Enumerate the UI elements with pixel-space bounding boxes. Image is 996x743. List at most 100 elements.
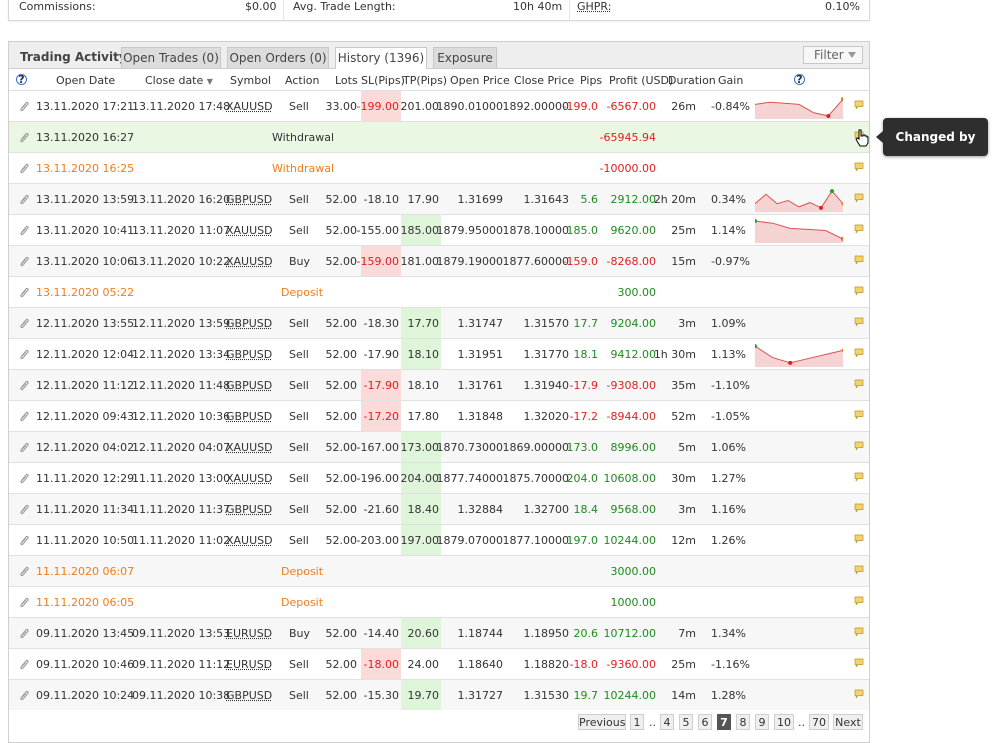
paperclip-icon[interactable] (18, 410, 30, 422)
trade-row[interactable]: 11.11.2020 12:29 11.11.2020 13:00 XAUUSD Se… (9, 462, 869, 493)
withdrawal-row[interactable]: 13.11.2020 16:27 Withdrawal -65945.94 (9, 121, 869, 152)
withdrawal-row[interactable]: 13.11.2020 16:25 Withdrawal -10000.00 (9, 152, 869, 183)
symbol-link[interactable]: EURUSD (226, 658, 272, 671)
symbol-link[interactable]: EURUSD (226, 627, 272, 640)
next-button[interactable]: Next (833, 714, 863, 730)
paperclip-icon[interactable] (18, 100, 30, 112)
paperclip-icon[interactable] (18, 689, 30, 701)
deposit-row[interactable]: 11.11.2020 06:05 Deposit 1000.00 (9, 586, 869, 617)
paperclip-icon[interactable] (18, 317, 30, 329)
trade-row[interactable]: 09.11.2020 10:24 09.11.2020 10:38 GBPUSD Se… (9, 679, 869, 710)
symbol-link[interactable]: XAUUSD (226, 100, 273, 113)
trade-row[interactable]: 13.11.2020 10:41 13.11.2020 11:07 XAUUSD Se… (9, 214, 869, 245)
paperclip-icon[interactable] (18, 627, 30, 639)
comment-icon[interactable] (854, 565, 864, 575)
symbol-link[interactable]: GBPUSD (226, 503, 272, 516)
col-duration[interactable]: Duration (668, 74, 716, 87)
col-close-date[interactable]: Close date ▼ (145, 74, 213, 87)
page-link[interactable]: 9 (755, 714, 769, 730)
page-link[interactable]: 1 (630, 714, 644, 730)
tab-open-orders[interactable]: Open Orders (0) (227, 47, 329, 68)
trade-row[interactable]: 13.11.2020 10:06 13.11.2020 10:22 XAUUSD Bu… (9, 245, 869, 276)
paperclip-icon[interactable] (18, 441, 30, 453)
col-gain[interactable]: Gain (718, 74, 743, 87)
symbol-link[interactable]: GBPUSD (226, 317, 272, 330)
trade-row[interactable]: 13.11.2020 17:21 13.11.2020 17:48 XAUUSD Se… (9, 90, 869, 121)
paperclip-icon[interactable] (18, 162, 30, 174)
page-link[interactable]: 10 (774, 714, 794, 730)
symbol-link[interactable]: XAUUSD (226, 534, 273, 547)
paperclip-icon[interactable] (18, 596, 30, 608)
paperclip-icon[interactable] (18, 534, 30, 546)
comment-icon[interactable] (854, 162, 864, 172)
paperclip-icon[interactable] (18, 224, 30, 236)
page-link[interactable]: 6 (698, 714, 712, 730)
comment-icon[interactable] (854, 255, 864, 265)
comment-icon[interactable] (854, 193, 864, 203)
col-sl[interactable]: SL(Pips) (361, 74, 405, 87)
trade-row[interactable]: 13.11.2020 13:59 13.11.2020 16:20 GBPUSD Se… (9, 183, 869, 214)
trade-row[interactable]: 11.11.2020 10:50 11.11.2020 11:02 XAUUSD Se… (9, 524, 869, 555)
comment-icon[interactable] (854, 596, 864, 606)
paperclip-icon[interactable] (18, 255, 30, 267)
symbol-link[interactable]: XAUUSD (226, 472, 273, 485)
comment-icon[interactable] (854, 658, 864, 668)
symbol-link[interactable]: XAUUSD (226, 224, 273, 237)
tab-open-trades[interactable]: Open Trades (0) (121, 47, 221, 68)
col-profit[interactable]: Profit (USD) (609, 74, 673, 87)
help-icon[interactable]: ? (16, 74, 27, 85)
page-link[interactable]: 70 (809, 714, 829, 730)
filter-button[interactable]: Filter (803, 46, 863, 64)
comment-icon[interactable] (854, 348, 864, 358)
comment-icon[interactable] (854, 534, 864, 544)
symbol-link[interactable]: GBPUSD (226, 689, 272, 702)
page-link[interactable]: 4 (660, 714, 674, 730)
help-icon[interactable]: ? (794, 74, 805, 85)
symbol-link[interactable]: GBPUSD (226, 193, 272, 206)
symbol-link[interactable]: XAUUSD (226, 441, 273, 454)
col-symbol[interactable]: Symbol (230, 74, 271, 87)
symbol-link[interactable]: GBPUSD (226, 379, 272, 392)
comment-icon[interactable] (854, 627, 864, 637)
paperclip-icon[interactable] (18, 131, 30, 143)
col-action[interactable]: Action (285, 74, 319, 87)
trade-row[interactable]: 09.11.2020 10:46 09.11.2020 11:12 EURUSD Se… (9, 648, 869, 679)
symbol-link[interactable]: XAUUSD (226, 255, 273, 268)
symbol-link[interactable]: GBPUSD (226, 410, 272, 423)
comment-icon[interactable] (854, 441, 864, 451)
comment-icon[interactable] (854, 410, 864, 420)
col-close-price[interactable]: Close Price (514, 74, 574, 87)
trade-row[interactable]: 12.11.2020 04:02 12.11.2020 04:07 XAUUSD Se… (9, 431, 869, 462)
col-open-price[interactable]: Open Price (450, 74, 510, 87)
comment-icon[interactable] (854, 224, 864, 234)
comment-icon[interactable] (854, 286, 864, 296)
paperclip-icon[interactable] (18, 503, 30, 515)
comment-icon[interactable] (854, 379, 864, 389)
paperclip-icon[interactable] (18, 379, 30, 391)
deposit-row[interactable]: 11.11.2020 06:07 Deposit 3000.00 (9, 555, 869, 586)
paperclip-icon[interactable] (18, 193, 30, 205)
page-link-current[interactable]: 7 (717, 714, 731, 730)
trade-row[interactable]: 12.11.2020 12:04 12.11.2020 13:34 GBPUSD Se… (9, 338, 869, 369)
paperclip-icon[interactable] (18, 286, 30, 298)
paperclip-icon[interactable] (18, 658, 30, 670)
paperclip-icon[interactable] (18, 565, 30, 577)
trade-row[interactable]: 12.11.2020 11:12 12.11.2020 11:48 GBPUSD Se… (9, 369, 869, 400)
deposit-row[interactable]: 13.11.2020 05:22 Deposit 300.00 (9, 276, 869, 307)
trade-row[interactable]: 11.11.2020 11:34 11.11.2020 11:37 GBPUSD Se… (9, 493, 869, 524)
trade-row[interactable]: 12.11.2020 09:43 12.11.2020 10:36 GBPUSD Se… (9, 400, 869, 431)
previous-button[interactable]: Previous (578, 714, 626, 730)
col-tp[interactable]: TP(Pips) (403, 74, 447, 87)
page-link[interactable]: 5 (679, 714, 693, 730)
tab-exposure[interactable]: Exposure (433, 47, 497, 68)
paperclip-icon[interactable] (18, 472, 30, 484)
comment-icon[interactable] (854, 503, 864, 513)
symbol-link[interactable]: GBPUSD (226, 348, 272, 361)
comment-icon[interactable] (854, 317, 864, 327)
trade-row[interactable]: 12.11.2020 13:55 12.11.2020 13:59 GBPUSD Se… (9, 307, 869, 338)
col-lots[interactable]: Lots (335, 74, 358, 87)
trade-row[interactable]: 09.11.2020 13:45 09.11.2020 13:53 EURUSD Bu… (9, 617, 869, 648)
col-open-date[interactable]: Open Date (56, 74, 115, 87)
comment-icon[interactable] (854, 100, 864, 110)
col-pips[interactable]: Pips (580, 74, 602, 87)
